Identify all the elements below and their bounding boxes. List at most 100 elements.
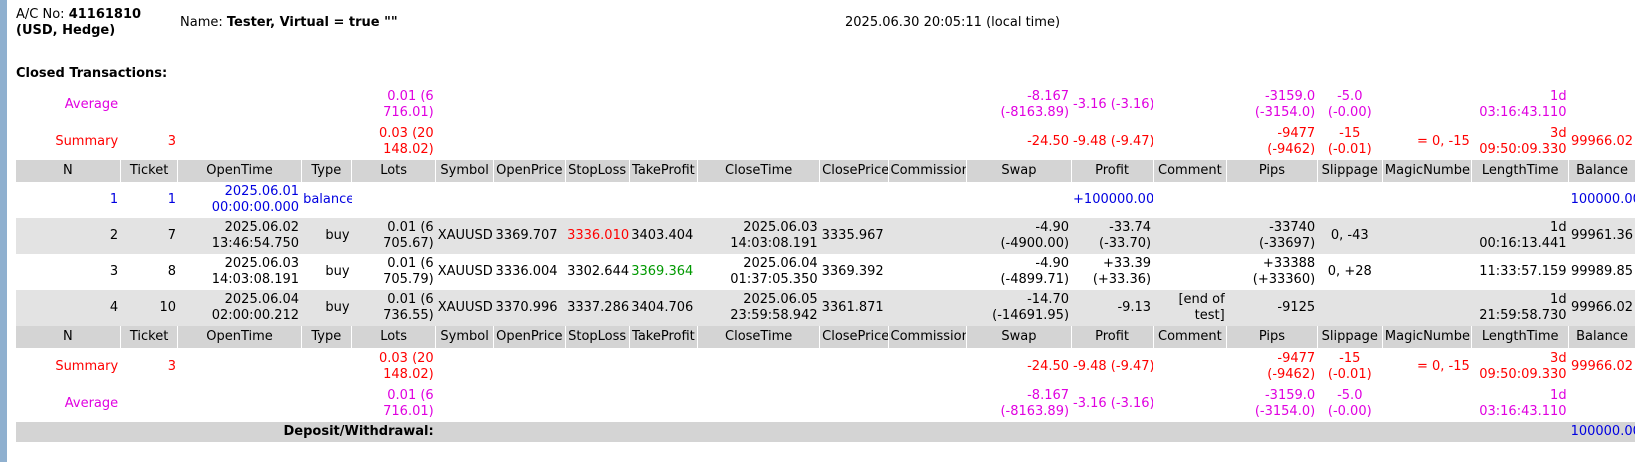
col-symbol[interactable]: Symbol (435, 326, 494, 348)
col-open-price[interactable]: OpenPrice (493, 326, 566, 348)
col-type[interactable]: Type (300, 160, 352, 182)
col-lots[interactable]: Lots (351, 160, 436, 182)
col-length-time[interactable]: LengthTime (1471, 326, 1569, 348)
col-close-price[interactable]: ClosePrice (819, 326, 888, 348)
row-n: 1 (16, 182, 121, 218)
col-profit[interactable]: Profit (1070, 326, 1154, 348)
col-magic-number[interactable]: MagicNumber (1381, 160, 1472, 182)
col-n[interactable]: N (16, 160, 121, 182)
avg-label: Average (64, 96, 119, 112)
col-close-price[interactable]: ClosePrice (819, 160, 888, 182)
row-slippage: 0, +28 (1317, 254, 1383, 290)
column-header-row-top: N Ticket OpenTime Type Lots Symbol OpenP… (16, 160, 1635, 182)
col-profit[interactable]: Profit (1070, 160, 1154, 182)
row-lots: 0.01 (6 705.67) (351, 218, 436, 254)
col-open-time[interactable]: OpenTime (177, 326, 302, 348)
col-slippage[interactable]: Slippage (1316, 326, 1383, 348)
row-ticket: 7 (120, 218, 178, 254)
row-type: balance (301, 182, 352, 218)
column-header-row-bottom: N Ticket OpenTime Type Lots Symbol OpenP… (16, 326, 1635, 348)
col-type[interactable]: Type (300, 326, 352, 348)
summary-swap: -24.50 (1027, 358, 1070, 374)
bottom-summary-row: Summary 3 0.03 (20 148.02) -24.50 -9.48 … (16, 348, 1635, 385)
row-pips: -9125 (1226, 290, 1318, 326)
row-symbol: XAUUSD (435, 290, 494, 326)
col-pips[interactable]: Pips (1226, 160, 1318, 182)
row-profit: +100000.00 (1071, 182, 1154, 218)
row-close-time: 2025.06.05 23:59:58.942 (697, 290, 820, 326)
row-take-profit: 3403.404 (629, 218, 698, 254)
row-close-time: 2025.06.03 14:03:08.191 (697, 218, 820, 254)
table-row[interactable]: 3 8 2025.06.03 14:03:08.191 buy 0.01 (6 … (16, 254, 1635, 290)
col-length-time[interactable]: LengthTime (1471, 160, 1569, 182)
row-length: 1d 00:16:13.441 (1471, 218, 1569, 254)
col-take-profit[interactable]: TakeProfit (628, 326, 698, 348)
row-close-price: 3361.871 (819, 290, 888, 326)
deposit-withdrawal-row: Deposit/Withdrawal: 100000.00 (16, 422, 1635, 442)
col-swap[interactable]: Swap (966, 160, 1072, 182)
table-row[interactable]: 2 7 2025.06.02 13:46:54.750 buy 0.01 (6 … (16, 218, 1635, 254)
account-name: Name: Tester, Virtual = true "" (180, 15, 398, 30)
col-balance[interactable]: Balance (1568, 160, 1635, 182)
row-open-time: 2025.06.04 02:00:00.212 (177, 290, 302, 326)
row-swap: -4.90 (-4900.00) (966, 218, 1072, 254)
row-stop-loss: 3337.286 (565, 290, 630, 326)
summary-pips: -9477 (-9462) (1267, 125, 1316, 157)
col-commission[interactable]: Commission (887, 160, 967, 182)
col-ticket[interactable]: Ticket (119, 160, 178, 182)
row-comment (1153, 218, 1227, 254)
row-slippage (1317, 290, 1383, 326)
row-lots: 0.01 (6 705.79) (351, 254, 436, 290)
summary-count: 3 (167, 133, 176, 149)
row-open-price: 3370.996 (493, 290, 566, 326)
row-ticket: 8 (120, 254, 178, 290)
row-lots: 0.01 (6 736.55) (351, 290, 436, 326)
col-close-time[interactable]: CloseTime (697, 326, 820, 348)
col-take-profit[interactable]: TakeProfit (628, 160, 698, 182)
row-stop-loss: 3302.644 (565, 254, 630, 290)
col-open-price[interactable]: OpenPrice (493, 160, 566, 182)
row-open-time: 2025.06.03 14:03:08.191 (177, 254, 302, 290)
report-timestamp: 2025.06.30 20:05:11 (local time) (845, 15, 1061, 30)
table-row[interactable]: 4 10 2025.06.04 02:00:00.212 buy 0.01 (6… (16, 290, 1635, 326)
col-stop-loss[interactable]: StopLoss (564, 326, 630, 348)
summary-slippage: -15 (-0.01) (1327, 125, 1372, 157)
col-pips[interactable]: Pips (1226, 326, 1318, 348)
avg-length: 1d 03:16:43.110 (1479, 387, 1567, 419)
row-stop-loss: 3336.010 (565, 218, 630, 254)
col-open-time[interactable]: OpenTime (177, 160, 302, 182)
bottom-average-row: Average 0.01 (6 716.01) -8.167 (-8163.89… (16, 385, 1635, 422)
avg-lots: 0.01 (6 716.01) (383, 88, 434, 120)
row-magic (1382, 254, 1472, 290)
col-n[interactable]: N (16, 326, 121, 348)
col-slippage[interactable]: Slippage (1316, 160, 1383, 182)
row-commission (888, 290, 967, 326)
col-lots[interactable]: Lots (351, 326, 436, 348)
deposit-withdrawal-value: 100000.00 (1568, 422, 1635, 442)
col-commission[interactable]: Commission (887, 326, 967, 348)
col-swap[interactable]: Swap (966, 326, 1072, 348)
report-page: A/C No: 41161810 (USD, Hedge) Name: Test… (16, 0, 1635, 442)
avg-lots: 0.01 (6 716.01) (383, 387, 434, 419)
row-close-time: 2025.06.04 01:37:05.350 (697, 254, 820, 290)
col-stop-loss[interactable]: StopLoss (564, 160, 630, 182)
row-open-price: 3369.707 (493, 218, 566, 254)
account-number: 41161810 (68, 7, 142, 22)
summary-label: Summary (55, 358, 119, 374)
col-close-time[interactable]: CloseTime (697, 160, 820, 182)
col-balance[interactable]: Balance (1568, 326, 1635, 348)
avg-pips: -3159.0 (-3154.0) (1254, 387, 1316, 419)
col-comment[interactable]: Comment (1152, 160, 1227, 182)
col-symbol[interactable]: Symbol (435, 160, 494, 182)
avg-pips: -3159.0 (-3154.0) (1254, 88, 1316, 120)
avg-label: Average (64, 395, 119, 411)
row-close-price: 3369.392 (819, 254, 888, 290)
col-ticket[interactable]: Ticket (119, 326, 178, 348)
row-n: 2 (16, 218, 121, 254)
table-row-balance[interactable]: 1 1 2025.06.01 00:00:00.000 balance +100… (16, 182, 1635, 218)
row-close-price: 3335.967 (819, 218, 888, 254)
row-take-profit: 3369.364 (629, 254, 698, 290)
account-type: (USD, Hedge) (16, 23, 116, 38)
col-magic-number[interactable]: MagicNumber (1381, 326, 1472, 348)
col-comment[interactable]: Comment (1152, 326, 1227, 348)
